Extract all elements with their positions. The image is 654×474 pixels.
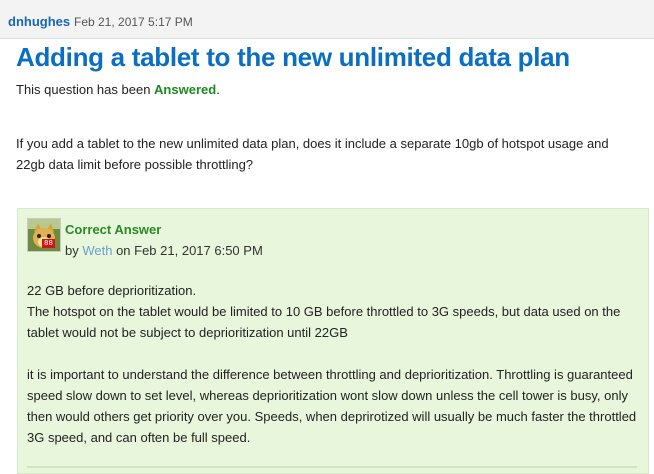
answer-author-link[interactable]: Weth <box>82 243 112 258</box>
post-header-bar: dnhughes Feb 21, 2017 5:17 PM <box>0 0 654 39</box>
answer-body: 22 GB before deprioritization. The hotsp… <box>27 280 647 448</box>
answered-status-suffix: . <box>216 82 220 97</box>
answered-status: This question has been Answered. <box>16 82 220 97</box>
question-title: Adding a tablet to the new unlimited dat… <box>16 42 570 72</box>
answered-status-prefix: This question has been <box>16 82 155 97</box>
posted-date: Feb 21, 2017 5:17 PM <box>74 15 193 29</box>
answer-line-2: The hotspot on the tablet would be limit… <box>27 304 621 340</box>
author-link[interactable]: dnhughes <box>8 14 70 29</box>
answer-paragraph-2: it is important to understand the differ… <box>27 367 637 445</box>
byline-prefix: by <box>65 243 83 258</box>
answer-divider <box>27 466 637 468</box>
answer-date: on Feb 21, 2017 6:50 PM <box>112 243 263 258</box>
answer-line-1: 22 GB before deprioritization. <box>27 283 197 298</box>
answered-status-word: Answered <box>154 82 217 97</box>
answer-byline: by Weth on Feb 21, 2017 6:50 PM <box>65 243 263 258</box>
correct-answer-label: Correct Answer <box>65 222 162 237</box>
rank-badge: 88 <box>42 239 55 248</box>
question-body: If you add a tablet to the new unlimited… <box>16 136 609 172</box>
